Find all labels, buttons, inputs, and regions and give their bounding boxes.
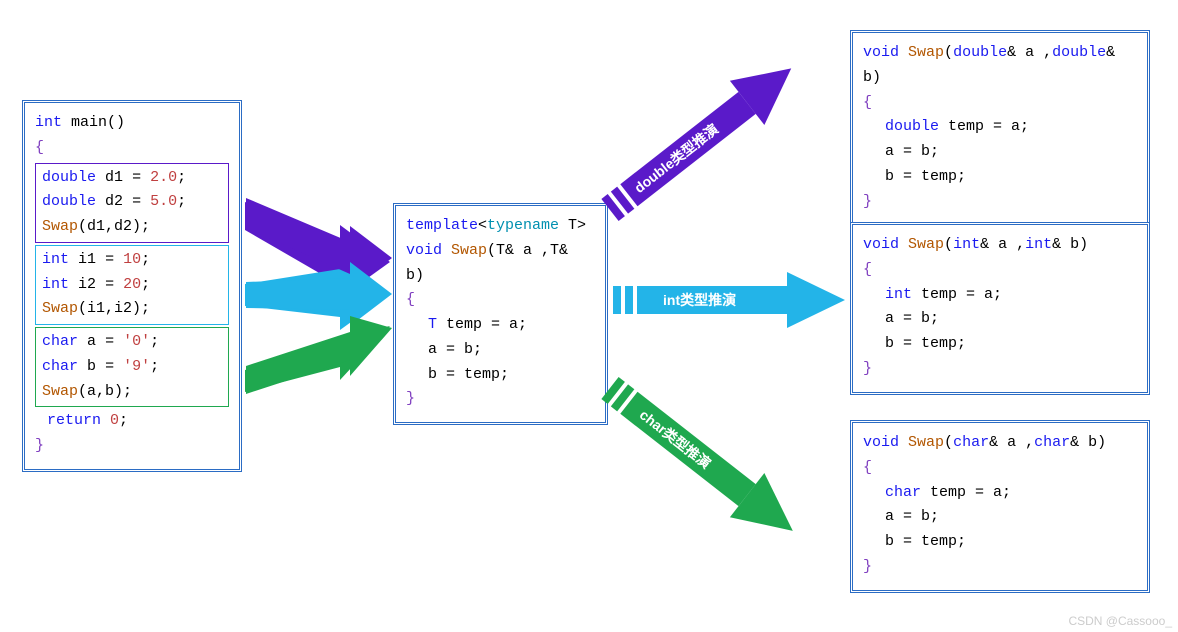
tmpl-line1: template<typename T> [406,214,595,239]
watermark: CSDN @Cassooo_ [1068,614,1172,628]
return-line: return 0; [35,409,229,434]
line-i1: int i1 = 10; [42,248,222,273]
tmpl-line3: T temp = a; [406,313,595,338]
char-group: char a = '0'; char b = '9'; Swap(a,b); [35,327,229,407]
brace-close: } [863,555,1137,580]
tmpl-line4: a = b; [406,338,595,363]
brace-close: } [35,434,229,459]
line-d1: double d1 = 2.0; [42,166,222,191]
line-b: char b = '9'; [42,355,222,380]
char-swap-box: void Swap(char& a ,char& b) { char temp … [850,420,1150,593]
main-code-box: int main() { double d1 = 2.0; double d2 … [22,100,242,472]
brace-open: { [863,456,1137,481]
kw-int: int [35,114,62,131]
main-decl: int main() [35,111,229,136]
clean-left-arrows [246,198,392,394]
brace-open: { [406,288,595,313]
double-group: double d1 = 2.0; double d2 = 5.0; Swap(d… [35,163,229,243]
arrow-purple-right: double类型推演 [593,46,809,232]
arrow-cyan-right: int类型推演 [613,272,845,328]
line-swap-d: Swap(d1,d2); [42,215,222,240]
c-line1: void Swap(char& a ,char& b) [863,431,1137,456]
i-line2: int temp = a; [863,283,1137,308]
line-swap-c: Swap(a,b); [42,380,222,405]
int-group: int i1 = 10; int i2 = 20; Swap(i1,i2); [35,245,229,325]
tmpl-line5: b = temp; [406,363,595,388]
brace-open: { [35,136,229,161]
i-line4: b = temp; [863,332,1137,357]
i-line3: a = b; [863,307,1137,332]
d-line1: void Swap(double& a ,double& b) [863,41,1137,91]
i-line1: void Swap(int& a ,int& b) [863,233,1137,258]
label-char: char类型推演 [637,406,714,471]
main-fn: main [71,114,107,131]
arrow-purple-left [245,202,390,298]
arrow-cyan-left [245,256,390,330]
line-d2: double d2 = 5.0; [42,190,222,215]
double-swap-box: void Swap(double& a ,double& b) { double… [850,30,1150,227]
d-line3: a = b; [863,140,1137,165]
tmpl-line2: void Swap(T& a ,T& b) [406,239,595,289]
template-code-box: template<typename T> void Swap(T& a ,T& … [393,203,608,425]
brace-open: { [863,258,1137,283]
line-swap-i: Swap(i1,i2); [42,297,222,322]
d-line4: b = temp; [863,165,1137,190]
brace-close: } [863,357,1137,382]
brace-close: } [406,387,595,412]
label-int: int类型推演 [663,292,736,308]
c-line2: char temp = a; [863,481,1137,506]
arrow-green-right: char类型推演 [593,366,810,553]
brace-open: { [863,91,1137,116]
int-swap-box: void Swap(int& a ,int& b) { int temp = a… [850,222,1150,395]
arrow-green-left-redraw [245,320,390,396]
brace-close: } [863,190,1137,215]
d-line2: double temp = a; [863,115,1137,140]
arrow-green-left [245,326,390,392]
c-line4: b = temp; [863,530,1137,555]
line-a: char a = '0'; [42,330,222,355]
label-double: double类型推演 [631,121,721,196]
line-i2: int i2 = 20; [42,273,222,298]
c-line3: a = b; [863,505,1137,530]
